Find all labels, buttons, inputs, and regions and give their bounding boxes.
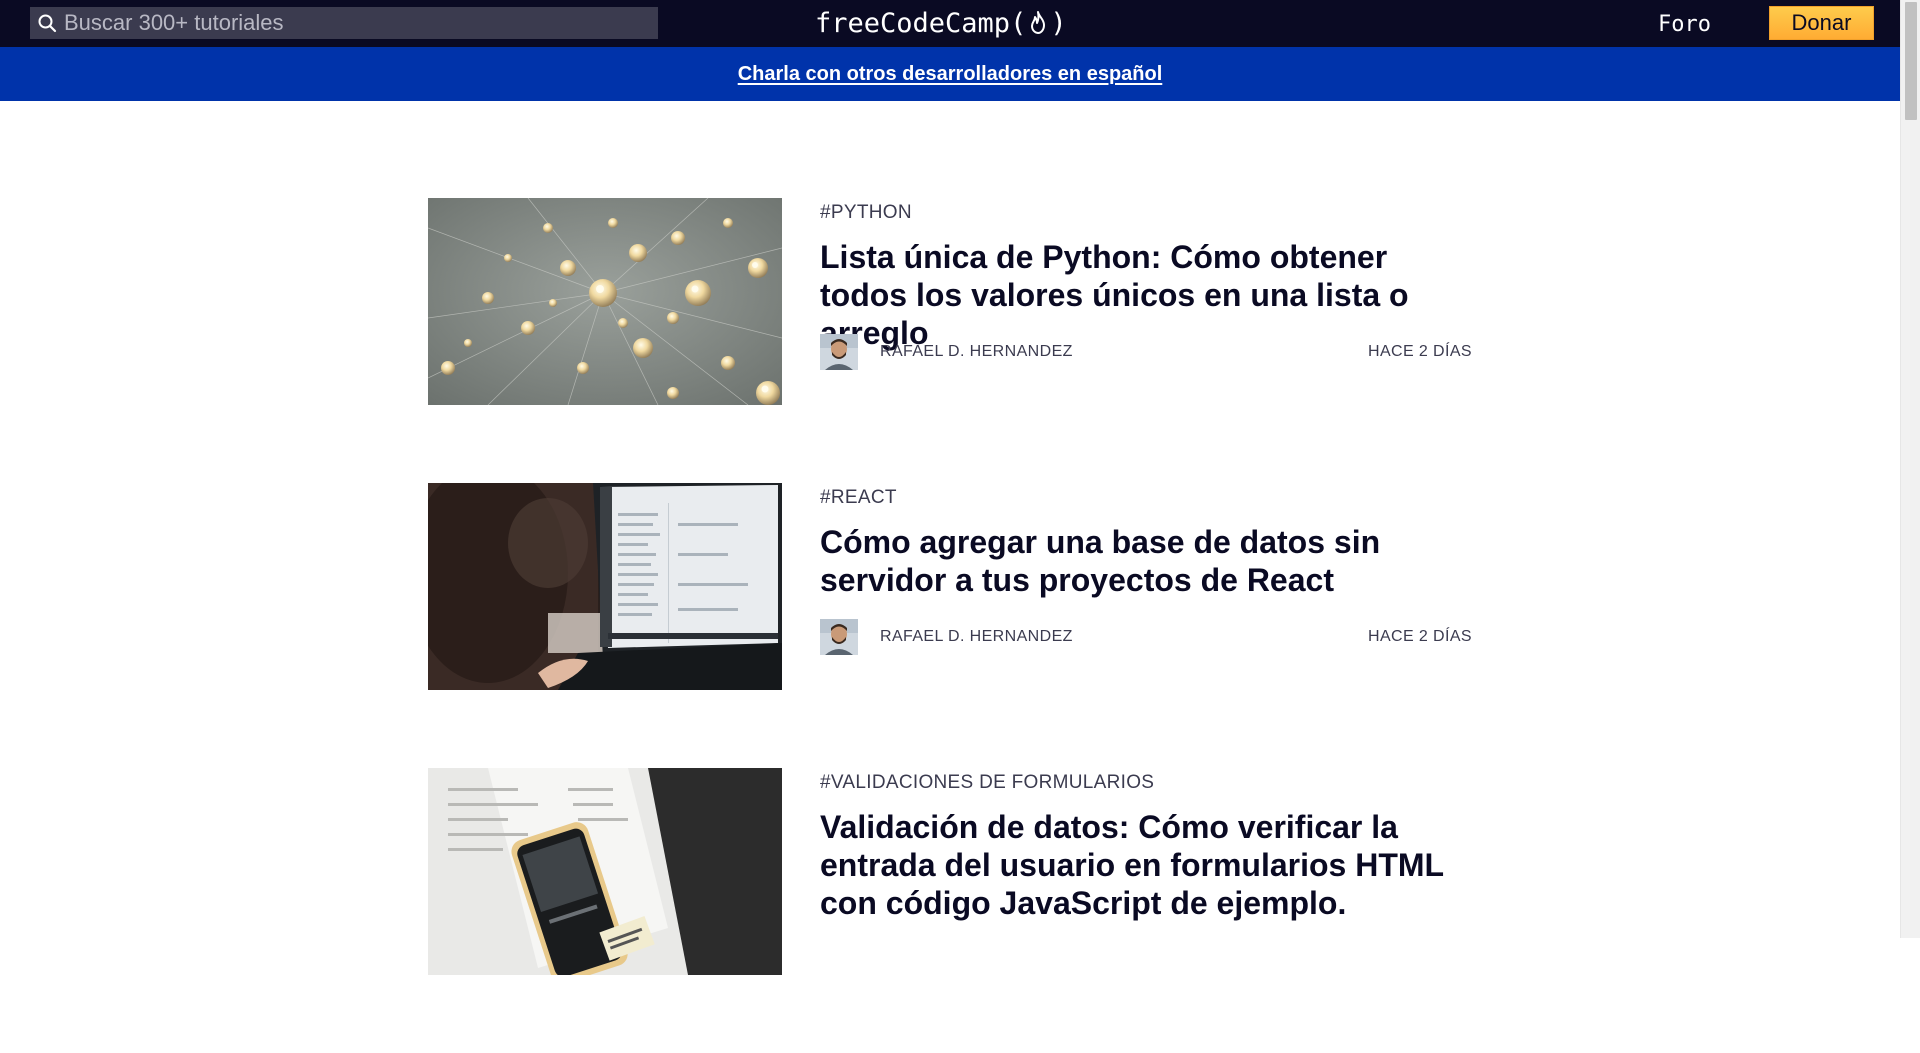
brand-text-left: freeCodeCamp( [815,7,1027,39]
author-avatar[interactable] [820,619,858,655]
post-title[interactable]: Cómo agregar una base de datos sin servi… [820,523,1470,599]
search-box[interactable] [30,7,658,39]
scrollbar[interactable] [1900,0,1920,938]
post-image-phone-forms [428,768,782,975]
freecodecamp-logo[interactable]: freeCodeCamp( ) [815,3,1067,43]
top-navbar: freeCodeCamp( ) Foro Donar [0,0,1900,47]
search-input[interactable] [60,8,658,38]
post-card: #VALIDACIONES DE FORMULARIOS Validación … [428,768,1472,975]
post-meta: RAFAEL D. HERNANDEZ HACE 2 DÍAS [820,334,1472,370]
post-title[interactable]: Validación de datos: Cómo verificar la e… [820,808,1470,922]
post-meta: RAFAEL D. HERNANDEZ HACE 2 DÍAS [820,619,1472,655]
post-image-link[interactable] [428,768,782,975]
post-content: #REACT Cómo agregar una base de datos si… [820,483,1472,655]
post-content: #PYTHON Lista única de Python: Cómo obte… [820,198,1472,370]
donate-button[interactable]: Donar [1769,6,1874,40]
post-card: #REACT Cómo agregar una base de datos si… [428,483,1472,690]
author-avatar[interactable] [820,334,858,370]
post-content: #VALIDACIONES DE FORMULARIOS Validación … [820,768,1472,922]
post-card: #PYTHON Lista única de Python: Cómo obte… [428,198,1472,405]
forum-link[interactable]: Foro [1650,8,1719,40]
brand-text-right: ) [1050,7,1067,39]
author-name[interactable]: RAFAEL D. HERNANDEZ [880,628,1073,646]
post-tag[interactable]: #VALIDACIONES DE FORMULARIOS [820,772,1472,794]
post-date: HACE 2 DÍAS [1368,628,1472,645]
post-tag[interactable]: #PYTHON [820,202,1472,224]
post-image-link[interactable] [428,198,782,405]
scrollbar-thumb[interactable] [1905,2,1917,120]
post-tag[interactable]: #REACT [820,487,1472,509]
post-image-link[interactable] [428,483,782,690]
announcement-banner: Charla con otros desarrolladores en espa… [0,47,1900,101]
author-name[interactable]: RAFAEL D. HERNANDEZ [880,343,1073,361]
post-feed: #PYTHON Lista única de Python: Cómo obte… [428,198,1472,1053]
post-image-light-bulbs [428,198,782,405]
post-date: HACE 2 DÍAS [1368,343,1472,360]
flame-icon [1027,9,1049,37]
banner-link[interactable]: Charla con otros desarrolladores en espa… [738,63,1163,86]
search-icon [34,7,60,39]
post-image-laptop [428,483,782,690]
